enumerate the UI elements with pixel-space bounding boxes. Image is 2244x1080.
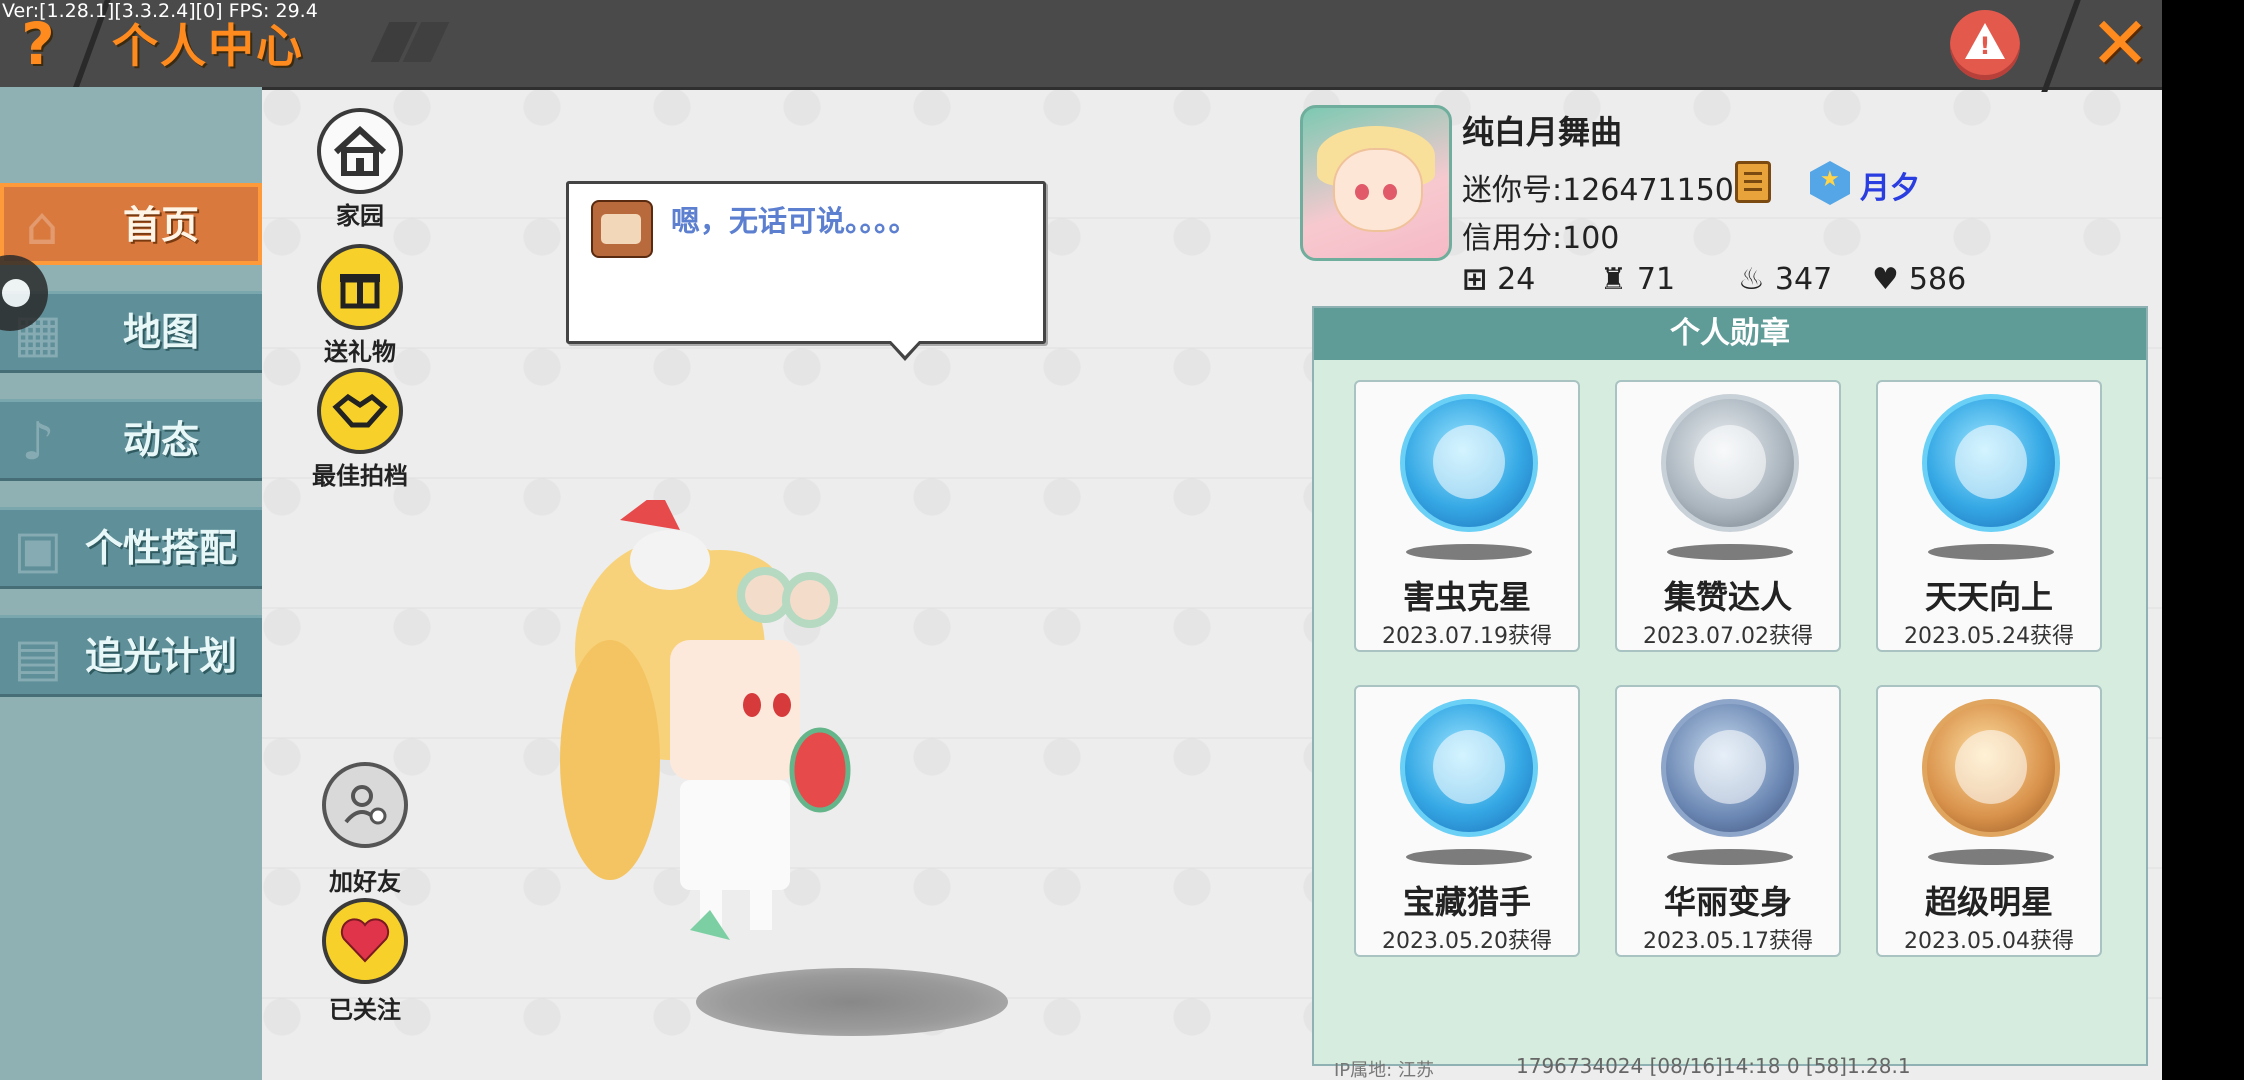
medal-date: 2023.07.02获得 [1643,624,1813,649]
sidebar-item-label: 追光计划 [84,634,237,678]
medal-name: 集赞达人 [1663,578,1792,616]
top-bar: ? 个人中心 ! ✕ [0,0,2162,92]
medal-date: 2023.07.19获得 [1382,624,1552,649]
sidebar-item-home[interactable]: ⌂ 首页 [0,183,262,265]
ip-location: IP属地: 江苏 [1334,1060,1434,1080]
stat-value: 71 [1636,261,1676,297]
sidebar-item-label: 地图 [122,310,199,354]
speech-text: 嗯，无话可说。。。。 [671,204,918,238]
medal-panel: 个人勋章 害虫克星 2023.07.19获得 集赞达人 2023.07.02获得… [1312,306,2148,1066]
profile-name: 纯白月舞曲 [1462,113,1623,151]
sidebar: ⌂ 首页 ▦ 地图 ♪ 动态 ▣ 个性搭配 ▤ 追光计划 [0,87,262,1080]
house-icon: ⌂ [25,197,59,257]
outfit-icon: ▣ [13,520,63,580]
sigh-face-icon [591,200,653,258]
heart-icon [322,898,408,984]
add-friend-label: 加好友 [329,868,401,896]
character-avatar[interactable] [520,500,860,940]
bell-icon: ♪ [21,412,55,472]
add-friend-button[interactable]: 加好友 [310,762,420,897]
sidebar-item-light-plan[interactable]: ▤ 追光计划 [0,615,262,697]
sidebar-item-outfit[interactable]: ▣ 个性搭配 [0,507,262,589]
hearts-icon: ♥ [1872,261,1899,297]
best-partner-label: 最佳拍档 [312,462,408,490]
screen-edge-bar [2162,0,2244,1080]
badge-name[interactable]: 月夕 [1860,163,1920,207]
best-partner-button[interactable]: 最佳拍档 [305,368,415,491]
home-label: 家园 [336,202,384,230]
stat-item: ⊞ 24 [1462,257,1535,301]
medal-card[interactable]: 害虫克星 2023.07.19获得 [1354,380,1580,652]
fire-icon: ♨ [1738,261,1765,297]
followed-button[interactable]: 已关注 [310,898,420,1025]
credit-score: 信用分:100 [1462,221,1620,256]
report-button[interactable]: ! [1950,10,2020,80]
sidebar-item-label: 个性搭配 [84,526,237,570]
mini-id: 迷你号:1264711500 [1462,173,1753,208]
medal-date: 2023.05.20获得 [1382,929,1552,954]
followed-label: 已关注 [329,996,401,1024]
header-divider [2041,0,2081,92]
medal-grid[interactable]: 害虫克星 2023.07.19获得 集赞达人 2023.07.02获得 天天向上… [1354,380,2124,958]
medal-card[interactable]: 宝藏猎手 2023.05.20获得 [1354,685,1580,957]
character-shadow [696,968,1008,1036]
stat-value: 347 [1774,261,1833,297]
medal-date: 2023.05.24获得 [1904,624,2074,649]
close-button[interactable]: ✕ [2085,6,2155,80]
medal-name: 华丽变身 [1663,883,1792,921]
medal-icon [1400,394,1538,532]
home-button[interactable]: 家园 [305,108,415,231]
gift-icon [317,244,403,330]
sidebar-item-label: 动态 [122,418,199,462]
stat-value: 586 [1908,261,1967,297]
stat-item: ♜ 71 [1600,257,1675,301]
sidebar-item-label: 首页 [122,203,199,247]
plus-square-icon: ⊞ [1462,261,1488,297]
gift-label: 送礼物 [324,338,396,366]
gift-button[interactable]: 送礼物 [305,244,415,367]
footer-info: 1796734024 [08/16]14:18 0 [58]1.28.1 [1516,1054,1911,1078]
medal-card[interactable]: 天天向上 2023.05.24获得 [1876,380,2102,652]
debug-version-text: Ver:[1.28.1][3.3.2.4][0] FPS: 29.4 [2,0,318,22]
medal-name: 天天向上 [1924,578,2053,616]
copy-icon[interactable] [1735,161,1771,203]
medal-icon [1922,699,2060,837]
warning-mark: ! [1979,32,1991,60]
medal-panel-title: 个人勋章 [1314,308,2146,360]
sidebar-item-feed[interactable]: ♪ 动态 [0,399,262,481]
medal-icon [1661,699,1799,837]
medal-card[interactable]: 超级明星 2023.05.04获得 [1876,685,2102,957]
medal-icon [1400,699,1538,837]
stat-item: ♨ 347 [1738,257,1832,301]
profile-stats: ⊞ 24 ♜ 71 ♨ 347 ♥ 586 [1462,257,2162,301]
medal-icon [1922,394,2060,532]
add-friend-icon [322,762,408,848]
medal-name: 宝藏猎手 [1402,883,1531,921]
handshake-icon [317,368,403,454]
medal-date: 2023.05.04获得 [1904,929,2074,954]
trophy-person-icon: ♜ [1600,261,1627,297]
avatar[interactable] [1300,105,1452,261]
stat-item: ♥ 586 [1872,257,1966,301]
medal-card[interactable]: 华丽变身 2023.05.17获得 [1615,685,1841,957]
medal-card[interactable]: 集赞达人 2023.07.02获得 [1615,380,1841,652]
house-icon [317,108,403,194]
medal-icon [1661,394,1799,532]
speech-bubble: 嗯，无话可说。。。。 [566,181,1046,361]
help-button[interactable]: ? [10,14,66,74]
stat-value: 24 [1497,261,1536,297]
medal-date: 2023.05.17获得 [1643,929,1813,954]
medal-name: 害虫克星 [1402,578,1531,616]
light-plan-icon: ▤ [13,628,63,688]
app-window: ? 个人中心 ! ✕ Ver:[1.28.1][3.3.2.4][0] FPS:… [0,0,2162,1080]
medal-name: 超级明星 [1924,883,2053,921]
